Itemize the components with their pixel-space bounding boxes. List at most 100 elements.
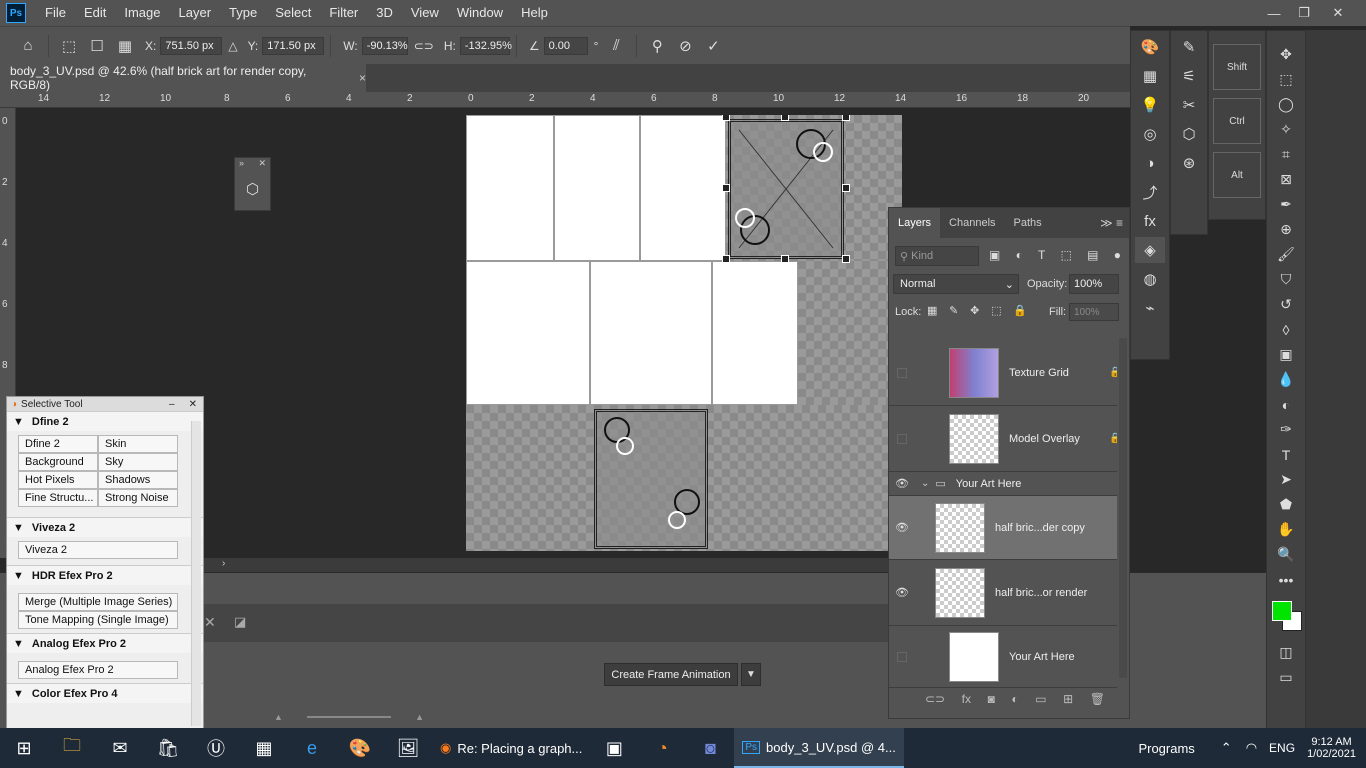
eye-icon[interactable]: 👁 (889, 586, 915, 599)
brick-art-frame-selected[interactable] (728, 119, 844, 259)
adjustment-layer-icon[interactable]: ◐ (1011, 692, 1018, 710)
warp-icon[interactable]: ⚲ (643, 32, 671, 60)
fill-input[interactable]: 100% (1069, 303, 1119, 321)
measurement-icon[interactable]: ⊛ (1174, 150, 1204, 176)
wifi-icon[interactable]: ◠ (1246, 740, 1257, 756)
close-icon[interactable]: ✕ (189, 399, 197, 410)
quick-mask-icon[interactable]: ◫ (1271, 641, 1301, 664)
zoom-tool-icon[interactable]: 🔍 (1271, 543, 1301, 566)
filter-toggle-icon[interactable]: ● (1114, 248, 1121, 266)
blur-tool-icon[interactable]: 💧 (1271, 368, 1301, 391)
history-icon[interactable]: ⤴ (1135, 179, 1165, 205)
restore-icon[interactable]: ❐ (1286, 0, 1322, 26)
layer-row-half-brick-copy[interactable]: 👁 half bric...der copy (889, 496, 1117, 560)
new-layer-icon[interactable]: ⊞ (1063, 692, 1073, 710)
convert-icon[interactable]: ◪ (234, 614, 246, 630)
history-brush-tool-icon[interactable]: ↺ (1271, 293, 1301, 316)
lock-paint-icon[interactable]: ✎ (949, 304, 958, 320)
discord-icon[interactable]: ◙ (686, 728, 734, 768)
menu-edit[interactable]: Edit (75, 0, 115, 26)
dodge-tool-icon[interactable]: ◐ (1271, 393, 1301, 416)
edge-icon[interactable]: e (288, 728, 336, 768)
layers-scrollbar[interactable] (1119, 338, 1127, 678)
shift-key-button[interactable]: Shift (1213, 44, 1261, 90)
tone-mapping-button[interactable]: Tone Mapping (Single Image) (18, 611, 178, 629)
eyedropper-tool-icon[interactable]: ✒ (1271, 193, 1301, 216)
crop-tool-icon[interactable]: ⌗ (1271, 143, 1301, 166)
viveza-2-button[interactable]: Viveza 2 (18, 541, 178, 559)
smart-object-filter-icon[interactable]: ▤ (1087, 248, 1098, 266)
group-viveza-2[interactable]: ▼ Viveza 2 (7, 517, 203, 537)
create-frame-animation-button[interactable]: Create Frame Animation (604, 663, 738, 686)
group-analog-efex-pro-2[interactable]: ▼ Analog Efex Pro 2 (7, 633, 203, 653)
layer-filter-select[interactable]: ⚲ Kind (895, 246, 979, 266)
paths-icon[interactable]: ⌁ (1135, 295, 1165, 321)
control-panel-icon[interactable]: ▣ (590, 728, 638, 768)
actions-fx-icon[interactable]: fx (1135, 208, 1165, 234)
transform-handle[interactable] (781, 255, 789, 263)
chevron-up-icon[interactable]: ⌃ (1221, 740, 1232, 756)
marquee-tool-icon[interactable]: ⬚ (1271, 68, 1301, 91)
paint-icon[interactable]: 🎨 (336, 728, 384, 768)
brush-settings-icon[interactable]: ✎ (1174, 34, 1204, 60)
new-group-icon[interactable]: ▭ (1035, 692, 1046, 710)
reference-grid-icon[interactable]: ▦ (111, 32, 139, 60)
swatches-grid-icon[interactable]: ▦ (1135, 63, 1165, 89)
link-icon[interactable]: ⊂⊃ (414, 39, 434, 53)
clock[interactable]: 9:12 AM 1/02/2021 (1307, 736, 1356, 760)
zoom-in-icon[interactable]: ▲ (415, 712, 424, 722)
zoom-out-icon[interactable]: ▲ (274, 712, 283, 722)
styles-icon[interactable]: ◎ (1135, 121, 1165, 147)
frame-tool-icon[interactable]: ⊠ (1271, 168, 1301, 191)
eraser-tool-icon[interactable]: ◊ (1271, 318, 1301, 341)
dfine-2-button[interactable]: Dfine 2 (18, 435, 98, 453)
layer-group-your-art-here[interactable]: 👁 ⌄ ▭ Your Art Here (889, 472, 1117, 496)
alt-key-button[interactable]: Alt (1213, 152, 1261, 198)
file-explorer-icon[interactable]: 🗀 (48, 728, 96, 768)
blend-mode-select[interactable]: Normal ⌄ (893, 274, 1019, 294)
hand-tool-icon[interactable]: ✋ (1271, 518, 1301, 541)
eye-icon[interactable]: 👁 (889, 521, 915, 534)
color-palette-icon[interactable]: 🎨 (1135, 34, 1165, 60)
menu-3d[interactable]: 3D (367, 0, 402, 26)
lasso-tool-icon[interactable]: ◯ (1271, 93, 1301, 116)
lock-artboard-icon[interactable]: ⬚ (991, 304, 1001, 320)
commit-transform-icon[interactable]: ✓ (699, 32, 727, 60)
close-window-icon[interactable]: ✕ (1320, 0, 1356, 26)
y-input[interactable]: 171.50 px (262, 36, 325, 55)
blender-icon[interactable]: ◔ (638, 728, 686, 768)
3d-icon[interactable]: ⬡ (1174, 121, 1204, 147)
clone-source-icon[interactable]: ✂ (1174, 92, 1204, 118)
transform-handle[interactable] (781, 115, 789, 121)
reference-point-checkbox[interactable]: ☐ (83, 32, 111, 60)
width-input[interactable]: -90.13% (361, 36, 408, 55)
hot-pixels-button[interactable]: Hot Pixels (18, 471, 98, 489)
type-tool-icon[interactable]: T (1271, 443, 1301, 466)
selective-scrollbar[interactable] (191, 421, 201, 726)
transform-handle[interactable] (722, 115, 730, 121)
opacity-input[interactable]: 100% (1069, 274, 1119, 294)
strong-noise-button[interactable]: Strong Noise (98, 489, 178, 507)
brick-art-frame[interactable] (594, 409, 708, 549)
transform-reference-icon[interactable]: ⬚ (55, 32, 83, 60)
adjustment-filter-icon[interactable]: ◐ (1016, 248, 1023, 266)
horizontal-ruler[interactable]: 14 12 10 8 6 4 2 0 2 4 6 8 10 12 14 16 1… (0, 92, 1130, 108)
group-color-efex-pro-4[interactable]: ▼ Color Efex Pro 4 (7, 683, 203, 703)
layer-row-model-overlay[interactable]: Model Overlay 🔒 (889, 406, 1117, 472)
foreground-color-swatch[interactable] (1272, 601, 1292, 621)
fine-structure-button[interactable]: Fine Structu... (18, 489, 98, 507)
lock-all-icon[interactable]: 🔒 (1013, 304, 1027, 320)
close-panel-icon[interactable]: ✕ (258, 158, 266, 172)
3d-cube-icon[interactable]: ⬡ (238, 176, 268, 202)
skew-icon[interactable]: ⫽ (602, 32, 630, 60)
layer-row-half-brick-render[interactable]: 👁 half bric...or render (889, 560, 1117, 626)
tab-channels[interactable]: Channels (940, 208, 1004, 238)
lock-position-icon[interactable]: ✥ (970, 304, 979, 320)
menu-select[interactable]: Select (266, 0, 320, 26)
height-input[interactable]: -132.95% (459, 36, 512, 55)
panel-menu-icon[interactable]: ≫ ≡ (1100, 216, 1123, 230)
store-icon[interactable]: 🛍 (144, 728, 192, 768)
visibility-toggle[interactable] (897, 433, 907, 444)
home-icon[interactable]: ⌂ (14, 32, 42, 60)
chevron-down-icon[interactable]: ⌄ (921, 478, 929, 489)
